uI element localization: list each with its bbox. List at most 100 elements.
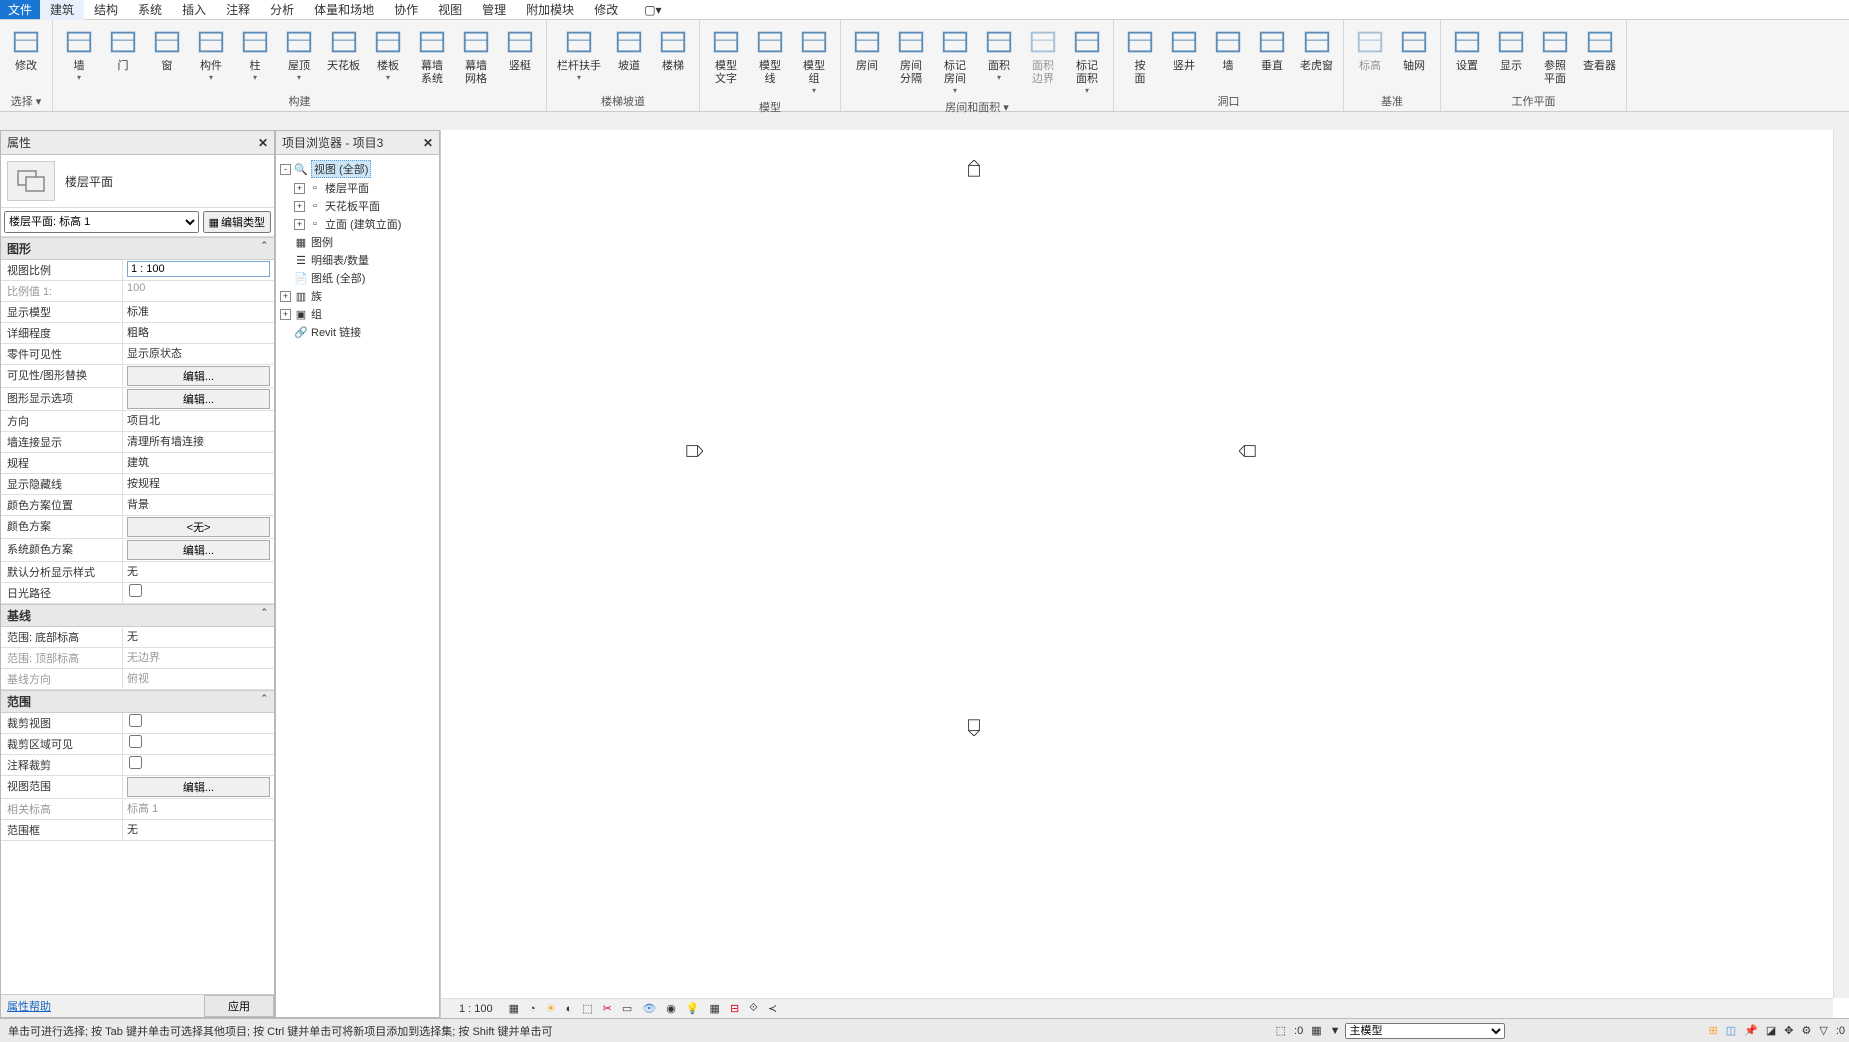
- edit-type-button[interactable]: ▦ 编辑类型: [203, 211, 271, 233]
- file-menu[interactable]: 文件: [0, 0, 40, 19]
- visual-style-icon[interactable]: ◔: [527, 1003, 538, 1015]
- tree-node[interactable]: 🔗Revit 链接: [278, 323, 437, 341]
- props-edit-button[interactable]: 编辑...: [127, 777, 270, 797]
- view-scale[interactable]: 1 : 100: [451, 1003, 501, 1015]
- ribbon-shaft-button[interactable]: 竖井: [1162, 22, 1206, 91]
- ribbon-vertical-button[interactable]: 垂直: [1250, 22, 1294, 91]
- props-edit-button[interactable]: 编辑...: [127, 366, 270, 386]
- ribbon-mullion-button[interactable]: 竖梃: [498, 22, 542, 91]
- menu-collaborate[interactable]: 协作: [384, 0, 428, 20]
- analytical-icon[interactable]: ⟐: [747, 1002, 760, 1015]
- elevation-marker-east[interactable]: [1239, 442, 1257, 460]
- tree-node[interactable]: +▫立面 (建筑立面): [278, 215, 437, 233]
- ribbon-wall-open-button[interactable]: 墙: [1206, 22, 1250, 91]
- detail-level-icon[interactable]: ▦: [507, 1002, 521, 1015]
- tree-node[interactable]: +▫楼层平面: [278, 179, 437, 197]
- ribbon-tag-room-button[interactable]: 标记 房间▾: [933, 22, 977, 97]
- ribbon-ref-plane-button[interactable]: 参照 平面: [1533, 22, 1577, 91]
- properties-type-selector[interactable]: 楼层平面: [1, 155, 274, 208]
- status-press-drag-icon[interactable]: ⬚: [1272, 1024, 1290, 1037]
- tree-expand-icon[interactable]: +: [294, 201, 305, 212]
- menu-structure[interactable]: 结构: [84, 0, 128, 20]
- tree-expand-icon[interactable]: +: [280, 291, 291, 302]
- status-select-links-icon[interactable]: ⊞: [1705, 1024, 1722, 1037]
- ribbon-roof-button[interactable]: 屋顶▾: [277, 22, 321, 91]
- elevation-marker-south[interactable]: [965, 718, 983, 736]
- menu-systems[interactable]: 系统: [128, 0, 172, 20]
- ribbon-component-button[interactable]: 构件▾: [189, 22, 233, 91]
- crop-region-icon[interactable]: ▭: [620, 1002, 634, 1015]
- props-edit-button[interactable]: 编辑...: [127, 540, 270, 560]
- props-checkbox[interactable]: [129, 756, 142, 769]
- drawing-canvas[interactable]: 1 : 100 ▦ ◔ ☀ ◐ ⬚ ✂ ▭ 👁 ◉ 💡 ▦ ⊟ ⟐ ≺: [440, 130, 1849, 1018]
- menu-addins[interactable]: 附加模块: [516, 0, 584, 20]
- elevation-marker-north[interactable]: [965, 160, 983, 178]
- props-value[interactable]: 背景: [123, 495, 274, 515]
- tree-expand-icon[interactable]: +: [294, 219, 305, 230]
- reveal-hidden-icon[interactable]: 💡: [684, 1002, 702, 1015]
- props-value[interactable]: 无边界: [123, 648, 274, 668]
- tree-node[interactable]: +▫天花板平面: [278, 197, 437, 215]
- tree-node[interactable]: +▥族: [278, 287, 437, 305]
- ribbon-by-face-button[interactable]: 按 面: [1118, 22, 1162, 91]
- ribbon-grid-button[interactable]: 轴网: [1392, 22, 1436, 91]
- worksharing-icon[interactable]: ▦: [708, 1002, 722, 1015]
- status-background-icon[interactable]: ⚙: [1797, 1024, 1815, 1037]
- props-value[interactable]: 标高 1: [123, 799, 274, 819]
- ribbon-show-button[interactable]: 显示: [1489, 22, 1533, 91]
- menu-manage[interactable]: 管理: [472, 0, 516, 20]
- ribbon-model-text-button[interactable]: 模型 文字: [704, 22, 748, 97]
- props-value[interactable]: 按规程: [123, 474, 274, 494]
- properties-apply-button[interactable]: 应用: [204, 995, 274, 1017]
- props-value[interactable]: 建筑: [123, 453, 274, 473]
- constraints-icon[interactable]: ⊟: [728, 1002, 741, 1015]
- props-section-header[interactable]: 基线⌃: [1, 604, 274, 627]
- elevation-marker-west[interactable]: [685, 442, 703, 460]
- browser-tree[interactable]: -🔍视图 (全部)+▫楼层平面+▫天花板平面+▫立面 (建筑立面)▦图例☰明细表…: [276, 155, 439, 1017]
- ribbon-column-button[interactable]: 柱▾: [233, 22, 277, 91]
- sun-path-icon[interactable]: ☀: [544, 1002, 558, 1015]
- tree-expand-icon[interactable]: +: [280, 309, 291, 320]
- ribbon-set-button[interactable]: 设置: [1445, 22, 1489, 91]
- status-select-underlay-icon[interactable]: ◫: [1722, 1024, 1740, 1037]
- ribbon-model-group-button[interactable]: 模型 组▾: [792, 22, 836, 97]
- props-section-header[interactable]: 图形⌃: [1, 237, 274, 260]
- ribbon-room-sep-button[interactable]: 房间 分隔: [889, 22, 933, 97]
- props-value[interactable]: 清理所有墙连接: [123, 432, 274, 452]
- temp-hide-icon[interactable]: ◉: [664, 1002, 678, 1015]
- menu-annotate[interactable]: 注释: [216, 0, 260, 20]
- ribbon-stair-button[interactable]: 楼梯: [651, 22, 695, 91]
- status-filter-icon[interactable]: ▼: [1326, 1025, 1345, 1037]
- menu-insert[interactable]: 插入: [172, 0, 216, 20]
- ribbon-model-line-button[interactable]: 模型 线: [748, 22, 792, 97]
- menu-analyze[interactable]: 分析: [260, 0, 304, 20]
- props-value[interactable]: 无: [123, 627, 274, 647]
- properties-help-link[interactable]: 属性帮助: [1, 995, 204, 1017]
- props-section-header[interactable]: 范围⌃: [1, 690, 274, 713]
- ribbon-floor-button[interactable]: 楼板▾: [366, 22, 410, 91]
- ribbon-door-button[interactable]: 门: [101, 22, 145, 91]
- ribbon-railing-button[interactable]: 栏杆扶手▾: [551, 22, 607, 91]
- tree-node[interactable]: -🔍视图 (全部): [278, 159, 437, 179]
- shadows-icon[interactable]: ◐: [564, 1003, 575, 1015]
- tree-expand-icon[interactable]: +: [294, 183, 305, 194]
- status-editable-only-icon[interactable]: ▦: [1307, 1024, 1325, 1037]
- ribbon-ceiling-button[interactable]: 天花板: [321, 22, 366, 91]
- ribbon-viewer-button[interactable]: 查看器: [1577, 22, 1622, 91]
- status-select-face-icon[interactable]: ◪: [1762, 1024, 1780, 1037]
- ribbon-cursor-button[interactable]: 修改: [4, 22, 48, 91]
- rendering-icon[interactable]: ⬚: [580, 1002, 594, 1015]
- canvas-scrollbar-vertical[interactable]: [1833, 130, 1849, 998]
- ribbon-area-button[interactable]: 面积▾: [977, 22, 1021, 97]
- props-edit-button[interactable]: 编辑...: [127, 389, 270, 409]
- props-value[interactable]: 显示原状态: [123, 344, 274, 364]
- highlight-icon[interactable]: ≺: [766, 1002, 779, 1015]
- ribbon-wall-button[interactable]: 墙▾: [57, 22, 101, 91]
- props-checkbox[interactable]: [129, 735, 142, 748]
- properties-close-icon[interactable]: ✕: [258, 136, 268, 150]
- ribbon-curtain-grid-button[interactable]: 幕墙 网格: [454, 22, 498, 91]
- ribbon-ramp-button[interactable]: 坡道: [607, 22, 651, 91]
- menu-architecture[interactable]: 建筑: [40, 0, 84, 20]
- tree-node[interactable]: ☰明细表/数量: [278, 251, 437, 269]
- menu-massing[interactable]: 体量和场地: [304, 0, 384, 20]
